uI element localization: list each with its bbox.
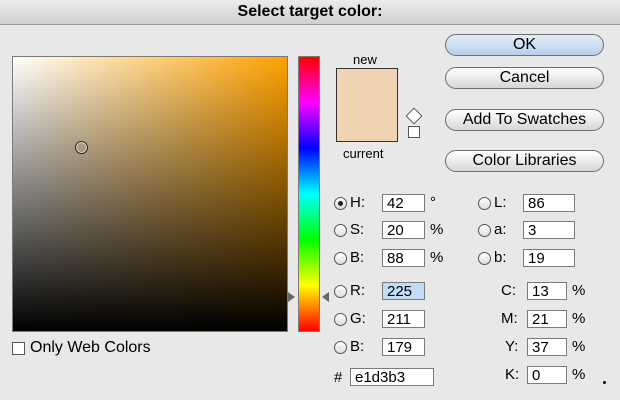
- brightness-label: B:: [350, 249, 365, 266]
- hue-slider-right-arrow[interactable]: [322, 292, 329, 302]
- current-color-label: current: [343, 146, 384, 161]
- add-to-swatches-button[interactable]: Add To Swatches: [445, 109, 604, 131]
- lab-l-input[interactable]: 86: [523, 194, 575, 212]
- ok-button[interactable]: OK: [445, 34, 604, 56]
- magenta-input[interactable]: 21: [527, 310, 567, 328]
- saturation-label: S:: [350, 221, 365, 238]
- radio-lab-l[interactable]: [478, 197, 491, 210]
- current-color-swatch[interactable]: [337, 105, 397, 141]
- yellow-unit: %: [572, 338, 586, 355]
- cyan-label: C:: [501, 282, 516, 299]
- radio-blue[interactable]: [334, 341, 347, 354]
- color-libraries-button[interactable]: Color Libraries: [445, 150, 604, 172]
- radio-saturation[interactable]: [334, 224, 347, 237]
- only-web-colors-label: Only Web Colors: [30, 339, 151, 356]
- hue-slider-left-arrow[interactable]: [288, 292, 295, 302]
- cancel-button[interactable]: Cancel: [445, 67, 604, 89]
- black-input[interactable]: 0: [527, 366, 567, 384]
- lab-a-input[interactable]: 3: [523, 221, 575, 239]
- radio-red[interactable]: [334, 285, 347, 298]
- color-field[interactable]: [12, 56, 288, 332]
- lab-b-input[interactable]: 19: [523, 249, 575, 267]
- black-label: K:: [505, 366, 520, 383]
- red-input[interactable]: 225: [382, 282, 425, 300]
- black-unit: %: [572, 366, 586, 383]
- green-input[interactable]: 211: [382, 310, 425, 328]
- yellow-input[interactable]: 37: [527, 338, 567, 356]
- radio-green[interactable]: [334, 313, 347, 326]
- saturation-input[interactable]: 20: [382, 221, 425, 239]
- blue-input[interactable]: 179: [382, 338, 425, 356]
- yellow-label: Y:: [505, 338, 519, 355]
- hex-input[interactable]: e1d3b3: [350, 368, 434, 386]
- lab-b-label: b:: [494, 249, 507, 266]
- magenta-label: M:: [501, 310, 518, 327]
- lab-l-label: L:: [494, 194, 507, 211]
- hue-slider[interactable]: [298, 56, 320, 332]
- color-field-picker[interactable]: [75, 141, 88, 154]
- magenta-unit: %: [572, 310, 586, 327]
- blue-label: B:: [350, 338, 365, 355]
- hue-label: H:: [350, 194, 365, 211]
- radio-brightness[interactable]: [334, 252, 347, 265]
- cube-icon[interactable]: [405, 107, 423, 125]
- radio-lab-a[interactable]: [478, 224, 491, 237]
- red-label: R:: [350, 282, 365, 299]
- green-label: G:: [350, 310, 366, 327]
- lab-a-label: a:: [494, 221, 507, 238]
- saturation-unit: %: [430, 221, 444, 238]
- dialog-title: Select target color:: [0, 0, 620, 25]
- resize-dot: [603, 381, 606, 384]
- radio-hue[interactable]: [334, 197, 347, 210]
- hue-unit: °: [430, 194, 436, 211]
- square-icon[interactable]: [408, 126, 420, 138]
- cyan-unit: %: [572, 282, 586, 299]
- color-preview: [336, 68, 398, 142]
- cyan-input[interactable]: 13: [527, 282, 567, 300]
- new-color-label: new: [353, 52, 377, 67]
- brightness-unit: %: [430, 249, 444, 266]
- new-color-swatch: [337, 69, 397, 105]
- radio-lab-b[interactable]: [478, 252, 491, 265]
- brightness-input[interactable]: 88: [382, 249, 425, 267]
- hue-input[interactable]: 42: [382, 194, 425, 212]
- color-picker-dialog: Select target color: new current OK Canc…: [0, 0, 620, 400]
- only-web-colors-checkbox[interactable]: [12, 342, 25, 355]
- hex-label: #: [334, 369, 343, 386]
